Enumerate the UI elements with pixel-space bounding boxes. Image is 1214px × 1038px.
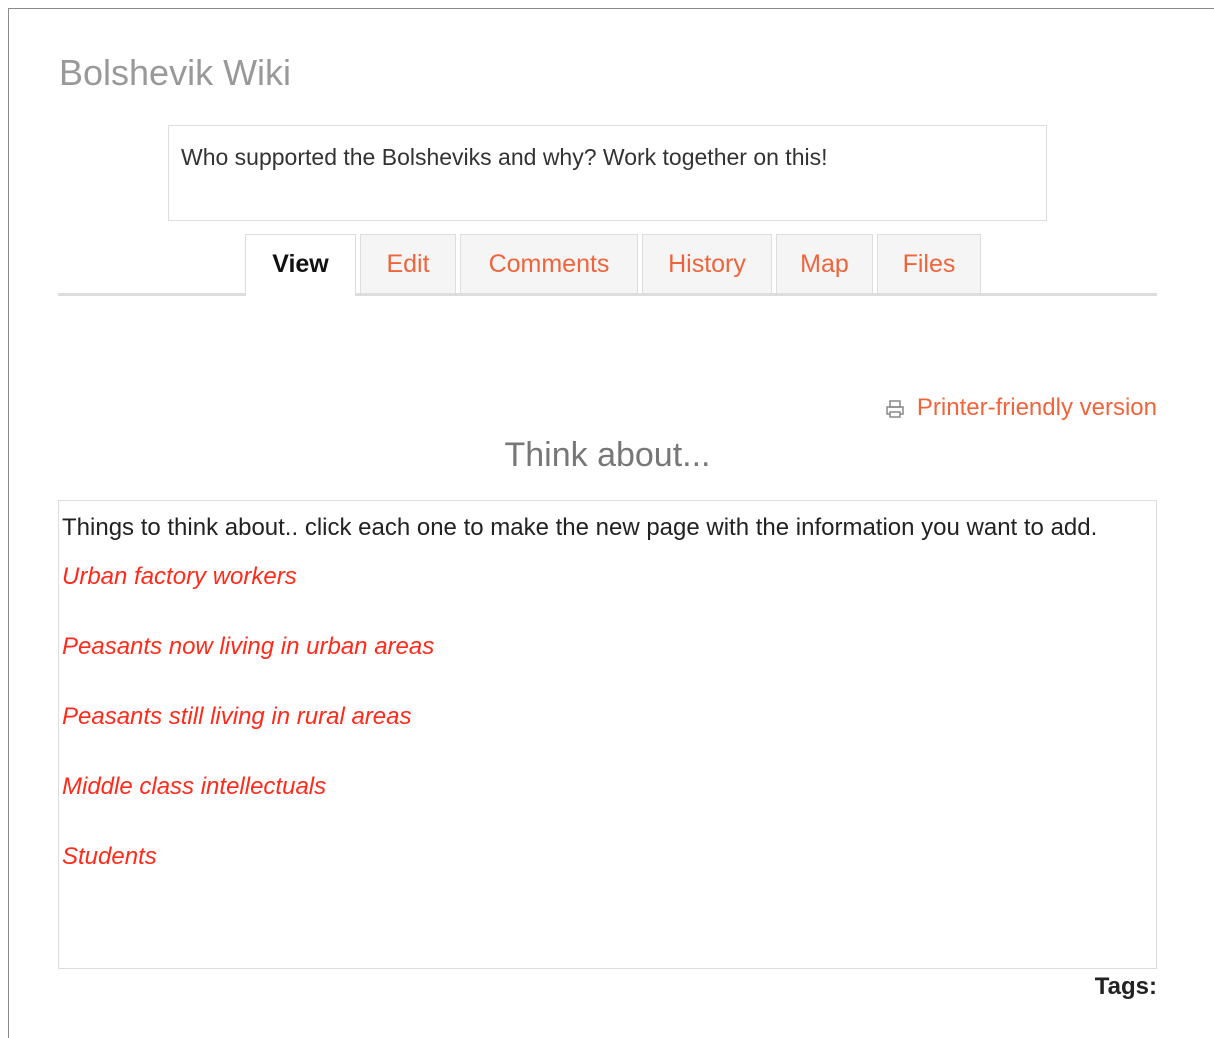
tab-files-label: Files [902, 249, 956, 278]
printer-friendly-label: Printer-friendly version [916, 394, 1157, 421]
wiki-title: Bolshevik Wiki [59, 52, 292, 93]
tab-history-label: History [668, 249, 746, 278]
tab-history[interactable]: History [642, 234, 772, 293]
tab-edit-label: Edit [386, 249, 430, 278]
tags-label: Tags: [1094, 973, 1157, 1000]
tab-comments[interactable]: Comments [460, 234, 638, 293]
new-page-link-urban-factory-workers[interactable]: Urban factory workers [62, 556, 1153, 597]
wiki-intro-box: Who supported the Bolsheviks and why? Wo… [168, 125, 1047, 221]
new-page-link-students[interactable]: Students [62, 836, 1153, 877]
tab-view[interactable]: View [245, 234, 356, 296]
wiki-intro-text: Who supported the Bolsheviks and why? Wo… [181, 144, 828, 170]
wiki-tabs: View Edit Comments History Map Files [245, 234, 985, 296]
printer-friendly-link[interactable]: Printer-friendly version [885, 394, 1157, 422]
content-intro-text: Things to think about.. click each one t… [62, 514, 1098, 541]
tab-edit[interactable]: Edit [360, 234, 456, 293]
new-page-link-peasants-urban[interactable]: Peasants now living in urban areas [62, 626, 1153, 667]
new-page-link-middle-class[interactable]: Middle class intellectuals [62, 766, 1153, 807]
tab-map[interactable]: Map [776, 234, 873, 293]
tab-files[interactable]: Files [877, 234, 981, 293]
page-heading: Think about... [504, 436, 711, 474]
tab-comments-label: Comments [488, 249, 610, 278]
page-content: Things to think about.. click each one t… [58, 500, 1157, 969]
tab-map-label: Map [800, 249, 849, 278]
new-page-link-peasants-rural[interactable]: Peasants still living in rural areas [62, 696, 1153, 737]
tab-view-label: View [272, 249, 329, 278]
printer-icon [885, 398, 905, 418]
